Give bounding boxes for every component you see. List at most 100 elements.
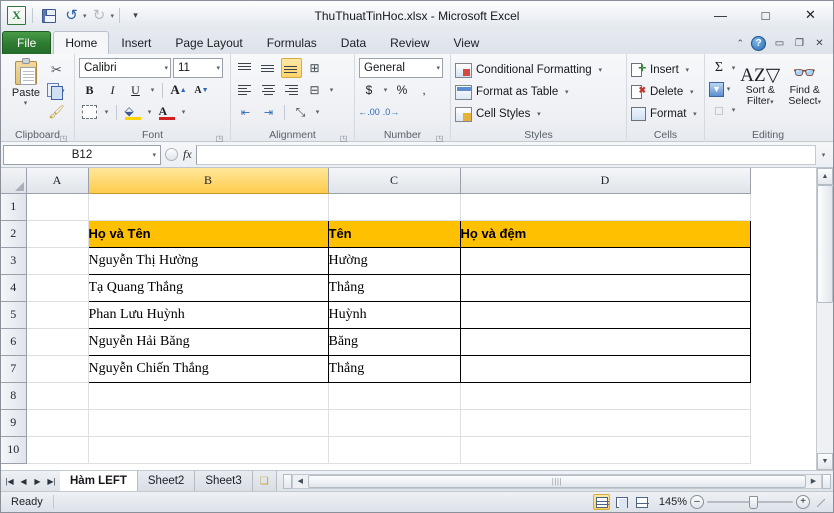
next-sheet-button[interactable]: ▶ <box>32 477 43 486</box>
cell-b7[interactable]: Nguyễn Chiến Thắng <box>87 354 329 383</box>
undo-button[interactable]: ↺ <box>61 5 82 26</box>
clipboard-dialog-launcher-icon[interactable]: ◳ <box>59 132 68 143</box>
scroll-down-button[interactable]: ▼ <box>817 453 833 470</box>
number-dialog-launcher-icon[interactable]: ◳ <box>435 132 444 143</box>
expand-formula-bar-icon[interactable]: ▾ <box>816 151 831 159</box>
font-color-dropdown-icon[interactable]: ▾ <box>179 108 188 116</box>
doc-minimize-icon[interactable]: ▭ <box>773 38 786 49</box>
cell-d4[interactable] <box>459 273 751 302</box>
page-break-view-button[interactable] <box>633 494 650 510</box>
minimize-button[interactable]: — <box>698 1 743 29</box>
font-name-combo[interactable]: Calibri ▾ <box>79 58 171 78</box>
zoom-in-button[interactable]: + <box>796 495 810 509</box>
save-button[interactable] <box>38 5 59 26</box>
scroll-right-button[interactable]: ▶ <box>806 477 821 485</box>
cell-d6[interactable] <box>459 327 751 356</box>
cell-c3[interactable]: Hường <box>327 246 461 275</box>
collapse-ribbon-icon[interactable]: ⌃ <box>736 38 744 49</box>
cell-d7[interactable] <box>459 354 751 383</box>
redo-button[interactable]: ↻ <box>89 5 110 26</box>
cell-b5[interactable]: Phan Lưu Huỳnh <box>87 300 329 329</box>
fill-button[interactable]: ▼ ▾ <box>709 79 738 99</box>
sheet-tab-ham-left[interactable]: Hàm LEFT <box>60 471 138 491</box>
merge-dropdown-icon[interactable]: ▾ <box>327 86 336 94</box>
column-header-a[interactable]: A <box>26 168 89 194</box>
cell-a2[interactable] <box>26 220 89 248</box>
underline-button[interactable]: U <box>125 80 146 100</box>
scroll-up-button[interactable]: ▲ <box>817 168 833 185</box>
cell-d5[interactable] <box>459 300 751 329</box>
borders-dropdown-icon[interactable]: ▾ <box>102 108 111 116</box>
shrink-font-button[interactable]: A ▼ <box>191 80 212 100</box>
cell-a5[interactable] <box>26 301 89 329</box>
autosum-dropdown-icon[interactable]: ▾ <box>729 64 738 72</box>
align-top-button[interactable] <box>235 58 256 78</box>
cell-d10[interactable] <box>460 436 751 464</box>
select-all-corner[interactable] <box>1 168 27 194</box>
paste-button[interactable]: Paste ▾ <box>5 57 47 128</box>
cell-a10[interactable] <box>26 436 89 464</box>
cell-a1[interactable] <box>26 193 89 221</box>
cell-c7[interactable]: Thắng <box>327 354 461 383</box>
cell-b8[interactable] <box>88 382 329 410</box>
doc-close-icon[interactable]: ✕ <box>813 38 826 49</box>
zoom-slider[interactable] <box>707 495 793 509</box>
copy-button[interactable]: ▾ <box>47 81 66 100</box>
column-header-b[interactable]: B <box>88 168 329 194</box>
format-as-table-button[interactable]: Format as Table ▾ <box>455 81 622 103</box>
grow-font-button[interactable]: A ▲ <box>168 80 189 100</box>
orientation-dropdown-icon[interactable]: ▾ <box>313 108 322 116</box>
format-cells-button[interactable]: Format ▾ <box>631 103 700 125</box>
tab-data[interactable]: Data <box>329 31 378 54</box>
increase-indent-button[interactable]: ⇥ <box>258 102 279 122</box>
align-center-button[interactable] <box>258 80 279 100</box>
align-left-button[interactable] <box>235 80 256 100</box>
cell-c10[interactable] <box>328 436 461 464</box>
scroll-left-button[interactable]: ◀ <box>293 477 308 485</box>
zoom-level[interactable]: 145% <box>653 496 687 508</box>
cell-d1[interactable] <box>460 193 751 221</box>
cell-c9[interactable] <box>328 409 461 437</box>
cell-c2[interactable]: Tên <box>327 219 461 248</box>
cut-button[interactable]: ✂ <box>47 60 66 79</box>
insert-sheet-button[interactable]: ❏ <box>252 471 277 491</box>
row-header-6[interactable]: 6 <box>1 328 27 356</box>
maximize-button[interactable]: □ <box>743 1 788 29</box>
orientation-button[interactable]: ⤡ <box>290 102 311 122</box>
tab-view[interactable]: View <box>442 31 492 54</box>
format-dropdown-icon[interactable]: ▾ <box>690 110 699 118</box>
number-format-combo[interactable]: General ▾ <box>359 58 443 78</box>
cell-b4[interactable]: Tạ Quang Thắng <box>87 273 329 302</box>
first-sheet-button[interactable]: |◀ <box>4 477 15 486</box>
vertical-scroll-thumb[interactable] <box>817 185 833 303</box>
borders-button[interactable] <box>79 102 100 122</box>
row-header-1[interactable]: 1 <box>1 193 27 221</box>
cancel-formula-icon[interactable] <box>165 148 178 161</box>
find-select-dropdown-icon[interactable]: ▾ <box>818 99 822 106</box>
cell-d9[interactable] <box>460 409 751 437</box>
window-resize-grip[interactable] <box>815 497 825 507</box>
autosum-button[interactable]: Σ ▾ <box>709 58 738 78</box>
font-color-button[interactable]: A <box>156 102 177 122</box>
cell-c6[interactable]: Băng <box>327 327 461 356</box>
bold-button[interactable]: B <box>79 80 100 100</box>
last-sheet-button[interactable]: ▶| <box>46 477 57 486</box>
cell-b3[interactable]: Nguyễn Thị Hường <box>87 246 329 275</box>
paste-dropdown-icon[interactable]: ▾ <box>24 99 28 107</box>
row-header-9[interactable]: 9 <box>1 409 27 437</box>
clear-dropdown-icon[interactable]: ▾ <box>729 106 738 114</box>
tab-formulas[interactable]: Formulas <box>255 31 329 54</box>
italic-button[interactable]: I <box>102 80 123 100</box>
insert-function-icon[interactable]: fx <box>183 147 192 162</box>
conditional-formatting-dropdown-icon[interactable]: ▾ <box>596 66 605 74</box>
format-painter-button[interactable]: 🖌 <box>47 102 66 121</box>
sort-filter-dropdown-icon[interactable]: ▾ <box>770 99 774 106</box>
tab-home[interactable]: Home <box>53 31 110 54</box>
fill-dropdown-icon[interactable]: ▾ <box>724 85 733 93</box>
zoom-slider-thumb[interactable] <box>749 495 758 509</box>
delete-cells-button[interactable]: ✖ Delete ▾ <box>631 81 700 103</box>
page-layout-view-button[interactable] <box>613 494 630 510</box>
help-icon[interactable]: ? <box>751 36 766 51</box>
cell-b1[interactable] <box>88 193 329 221</box>
align-right-button[interactable] <box>281 80 302 100</box>
